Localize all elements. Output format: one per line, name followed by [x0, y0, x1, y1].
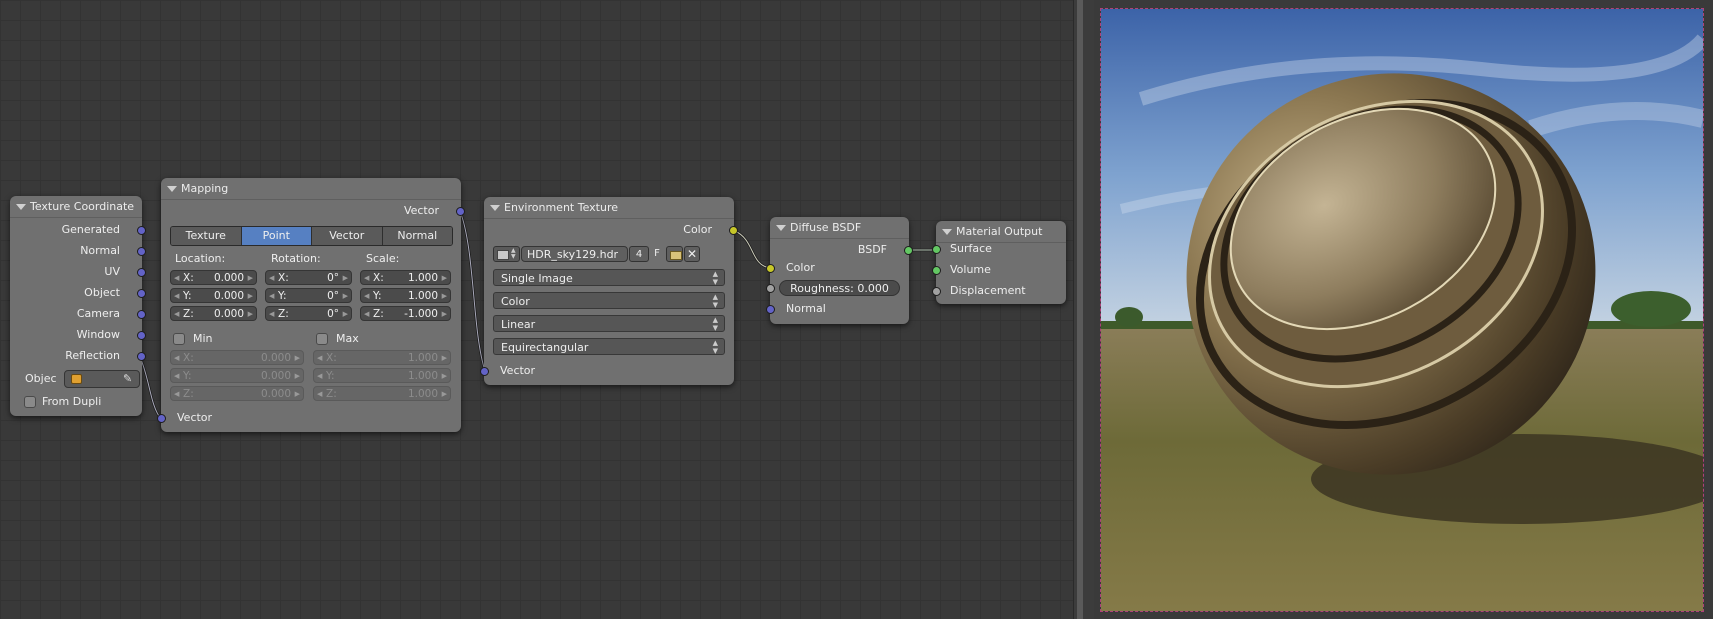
- projection-dropdown[interactable]: Equirectangular ▲ ▼: [493, 338, 725, 355]
- socket-vector-out[interactable]: [456, 207, 465, 216]
- eyedropper-icon[interactable]: ✎: [123, 372, 135, 385]
- input-vector: Vector: [177, 411, 213, 424]
- socket-color-in[interactable]: [766, 264, 775, 273]
- scale-label: Scale:: [366, 252, 400, 265]
- node-mapping[interactable]: Mapping Vector Texture Point Vector Norm…: [157, 178, 465, 432]
- min-checkbox[interactable]: [173, 333, 185, 345]
- socket-vector-in[interactable]: [480, 367, 489, 376]
- socket-object[interactable]: [137, 289, 146, 298]
- splitter-handle[interactable]: [1077, 0, 1083, 619]
- fake-user-button[interactable]: F: [650, 246, 664, 262]
- output-normal: Normal: [80, 244, 120, 257]
- socket-color-out[interactable]: [729, 226, 738, 235]
- tab-normal[interactable]: Normal: [382, 227, 452, 245]
- unlink-x-icon[interactable]: ✕: [684, 246, 700, 262]
- from-dupli-checkbox[interactable]: [24, 396, 36, 408]
- tab-texture[interactable]: Texture: [171, 227, 242, 245]
- node-material-output[interactable]: Material Output Surface Volume Displacem…: [932, 221, 1066, 304]
- socket-reflection[interactable]: [137, 352, 146, 361]
- socket-window[interactable]: [137, 331, 146, 340]
- max-z-field[interactable]: ◀ Z: 1.000 ▶: [313, 386, 451, 401]
- min-label: Min: [193, 332, 213, 345]
- socket-normal-in[interactable]: [766, 305, 775, 314]
- rotation-y-field[interactable]: ◀ Y: 0° ▶: [265, 288, 352, 303]
- from-dupli-label: From Dupli: [42, 395, 102, 408]
- input-normal: Normal: [786, 302, 826, 315]
- tab-point[interactable]: Point: [241, 227, 312, 245]
- output-uv: UV: [104, 265, 120, 278]
- input-displacement: Displacement: [950, 284, 1026, 297]
- input-vector: Vector: [500, 364, 536, 377]
- min-z-field[interactable]: ◀ Z: 0.000 ▶: [170, 386, 304, 401]
- output-camera: Camera: [76, 307, 120, 320]
- area-splitter[interactable]: [1073, 0, 1094, 619]
- render-preview: [1100, 8, 1704, 612]
- socket-surface-in[interactable]: [932, 245, 941, 254]
- tab-vector[interactable]: Vector: [312, 227, 383, 245]
- input-surface: Surface: [950, 242, 992, 255]
- object-cube-icon: [71, 374, 82, 384]
- rotation-label: Rotation:: [271, 252, 321, 265]
- location-z-field[interactable]: ◀ Z: 0.000 ▶: [170, 306, 257, 321]
- image-name-field[interactable]: HDR_sky129.hdr: [521, 246, 628, 262]
- open-folder-icon[interactable]: [666, 246, 683, 262]
- input-color: Color: [786, 261, 815, 274]
- min-y-field[interactable]: ◀ Y: 0.000 ▶: [170, 368, 304, 383]
- source-dropdown[interactable]: Single Image ▲ ▼: [493, 269, 725, 286]
- node-texture-coordinate[interactable]: Texture Coordinate Generated Normal UV O…: [10, 196, 146, 416]
- rendered-image: [1101, 9, 1703, 611]
- location-x-field[interactable]: ◀ X: 0.000 ▶: [170, 270, 257, 285]
- max-x-field[interactable]: ◀ X: 1.000 ▶: [313, 350, 451, 365]
- input-volume: Volume: [950, 263, 991, 276]
- node-header[interactable]: Mapping: [161, 178, 461, 200]
- node-environment-texture[interactable]: Environment Texture Color ▲ ▼ HDR_sky129.…: [480, 197, 738, 385]
- scale-z-field[interactable]: ◀ Z: -1.000 ▶: [360, 306, 451, 321]
- socket-bsdf-out[interactable]: [904, 246, 913, 255]
- image-browse-icon[interactable]: ▲ ▼: [493, 246, 520, 262]
- output-bsdf: BSDF: [857, 243, 887, 256]
- node-diffuse-bsdf[interactable]: Diffuse BSDF BSDF Color Roughness: 0.000…: [766, 217, 913, 324]
- scale-y-field[interactable]: ◀ Y: 1.000 ▶: [360, 288, 451, 303]
- socket-generated[interactable]: [137, 226, 146, 235]
- location-y-field[interactable]: ◀ Y: 0.000 ▶: [170, 288, 257, 303]
- max-checkbox[interactable]: [316, 333, 328, 345]
- color-space-dropdown[interactable]: Color ▲ ▼: [493, 292, 725, 309]
- location-label: Location:: [175, 252, 226, 265]
- socket-volume-in[interactable]: [932, 266, 941, 275]
- vector-type-tabs[interactable]: Texture Point Vector Normal: [170, 226, 453, 246]
- socket-normal[interactable]: [137, 247, 146, 256]
- output-reflection: Reflection: [65, 349, 120, 362]
- object-picker[interactable]: ✎: [64, 370, 140, 388]
- socket-displacement-in[interactable]: [932, 287, 941, 296]
- rotation-x-field[interactable]: ◀ X: 0° ▶: [265, 270, 352, 285]
- object-label: Objec: [25, 372, 57, 385]
- socket-uv[interactable]: [137, 268, 146, 277]
- image-users-button[interactable]: 4: [629, 246, 649, 262]
- socket-roughness-in[interactable]: [766, 284, 775, 293]
- max-y-field[interactable]: ◀ Y: 1.000 ▶: [313, 368, 451, 383]
- socket-camera[interactable]: [137, 310, 146, 319]
- node-header[interactable]: Diffuse BSDF: [770, 217, 909, 239]
- roughness-slider[interactable]: Roughness: 0.000: [779, 280, 900, 296]
- output-object: Object: [84, 286, 120, 299]
- node-header[interactable]: Environment Texture: [484, 197, 734, 219]
- output-vector: Vector: [403, 204, 439, 217]
- min-x-field[interactable]: ◀ X: 0.000 ▶: [170, 350, 304, 365]
- interpolation-dropdown[interactable]: Linear ▲ ▼: [493, 315, 725, 332]
- rotation-z-field[interactable]: ◀ Z: 0° ▶: [265, 306, 352, 321]
- output-generated: Generated: [61, 223, 120, 236]
- node-header[interactable]: Texture Coordinate: [10, 196, 142, 218]
- socket-vector-in[interactable]: [157, 414, 166, 423]
- max-label: Max: [336, 332, 359, 345]
- output-color: Color: [683, 223, 712, 236]
- output-window: Window: [76, 328, 120, 341]
- scale-x-field[interactable]: ◀ X: 1.000 ▶: [360, 270, 451, 285]
